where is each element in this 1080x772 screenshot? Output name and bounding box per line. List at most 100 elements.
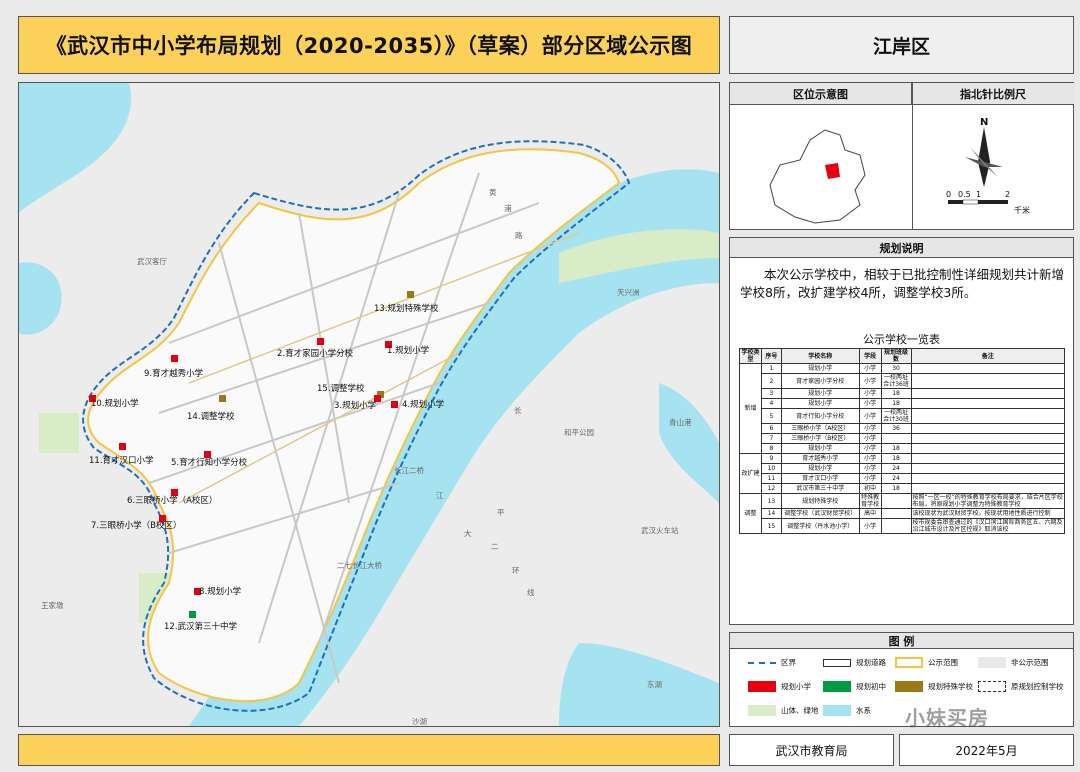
- cell-level: 小学: [858, 453, 882, 464]
- cell-no: 11: [760, 473, 782, 484]
- district-map[interactable]: 13.规划特殊学校 2.育才家园小学分校 1.规划小学 9.育才越秀小学 15.调整学校…: [18, 82, 720, 727]
- cell-classes: [880, 433, 912, 444]
- scale-tick: 2: [1005, 190, 1010, 199]
- table-row: 4 规划小学 小学 18: [740, 398, 1065, 409]
- school-label: 6.三眼桥小学（A校区）: [127, 495, 217, 506]
- school-label: 13.规划特殊学校: [374, 303, 439, 314]
- cell-level: 小学: [858, 423, 882, 434]
- cell-no: 6: [760, 423, 782, 434]
- school-label: 12.武汉第三十中学: [164, 621, 238, 632]
- bureau-name: 武汉市教育局: [729, 734, 894, 766]
- cell-name: 规划小学: [780, 398, 860, 409]
- place-label: 青山港: [669, 417, 692, 427]
- cell-level: 小学: [858, 363, 882, 374]
- table-header: 学段: [858, 348, 882, 364]
- cell-level: 特殊教育学校: [858, 493, 882, 509]
- table-header: 规划班级数: [880, 348, 912, 364]
- cell-no: 9: [760, 453, 782, 464]
- school-table: 学校类型 序号 学校名称 学段 规划班级数 备注 新增 1 规划小学 小学 30 2 育才家园小学分校…: [739, 348, 1065, 534]
- cell-no: 4: [760, 398, 782, 409]
- cell-no: 2: [760, 373, 782, 389]
- legend-item-special: 规划特殊学校: [895, 681, 973, 692]
- legend-item-road: 规划道路: [823, 657, 886, 668]
- cell-classes: 18: [880, 443, 912, 454]
- school-marker[interactable]: [391, 401, 398, 408]
- cell-name: 三眼桥小学（A校区）: [780, 423, 860, 434]
- school-type-cell: 调整: [739, 493, 762, 534]
- watermark: 小妹买房: [905, 706, 989, 730]
- cell-note: [910, 363, 1065, 374]
- school-marker[interactable]: [204, 451, 211, 458]
- table-row: 新增 1 规划小学 小学 30: [739, 363, 1065, 454]
- place-label: 大: [464, 528, 472, 538]
- school-marker[interactable]: [171, 355, 178, 362]
- cell-no: 8: [760, 443, 782, 454]
- school-label: 9.育才越秀小学: [144, 368, 204, 379]
- district-name: 江岸区: [729, 16, 1074, 74]
- school-marker[interactable]: [119, 443, 126, 450]
- cell-note: [910, 453, 1065, 464]
- cell-classes: [880, 493, 912, 509]
- table-header: 备注: [910, 348, 1065, 364]
- school-label: 14.调整学校: [187, 411, 235, 422]
- cell-name: 调整学校（丹水池小学）: [780, 518, 860, 534]
- school-marker[interactable]: [219, 395, 226, 402]
- table-header: 学校类型: [739, 348, 762, 364]
- cell-name: 育才家园小学分校: [780, 373, 860, 389]
- place-label: 浦: [504, 203, 512, 213]
- cell-name: 三眼桥小学（B校区）: [780, 433, 860, 444]
- cell-no: 1: [760, 363, 782, 374]
- scale-tick: 0: [946, 190, 951, 199]
- planning-notes-panel: 规划说明 本次公示学校中，相较于已批控制性详细规划共计新增学校8所，改扩建学校4…: [729, 237, 1074, 625]
- legend-item-public-range: 公示范围: [895, 657, 958, 668]
- cell-level: 小学: [858, 398, 882, 409]
- school-marker[interactable]: [189, 611, 196, 618]
- publish-date: 2022年5月: [899, 734, 1074, 766]
- legend-item-primary: 规划小学: [748, 681, 811, 692]
- school-label: 5.育才行知小学分校: [171, 457, 248, 468]
- school-marker[interactable]: [407, 291, 414, 298]
- table-row: 3 规划小学 小学 18: [740, 388, 1065, 399]
- school-marker[interactable]: [317, 338, 324, 345]
- map-title: 《武汉市中小学布局规划（2020-2035）》（草案）部分区域公示图: [18, 16, 720, 74]
- cell-level: 初中: [858, 483, 882, 494]
- cell-name: 规划小学: [780, 388, 860, 399]
- table-title: 公示学校一览表: [863, 333, 940, 346]
- cell-level: 小学: [858, 388, 882, 399]
- place-label: 二: [491, 542, 499, 551]
- cell-note: 按照“一区一校”的特殊教育学校布局要求，结合片区学校布局，将原规划小学调整为特殊…: [910, 493, 1065, 509]
- cell-name: 规划特殊学校: [780, 493, 860, 509]
- cell-level: 高中: [858, 508, 882, 519]
- cell-classes: 一校两址 合计30班: [880, 408, 912, 424]
- location-inset-map: [769, 129, 866, 224]
- table-row: 11 育才汉口小学 小学 24: [740, 473, 1065, 484]
- cell-note: [910, 408, 1065, 424]
- legend-item-water: 水系: [823, 705, 871, 716]
- cell-classes: 24: [880, 473, 912, 484]
- footer-bar: [18, 734, 720, 766]
- cell-classes: 24: [880, 463, 912, 474]
- legend-item-middle: 规划初中: [823, 681, 886, 692]
- school-type-cell: 新增: [739, 363, 762, 454]
- place-label: 武汉客厅: [137, 256, 167, 266]
- place-label: 江: [436, 491, 444, 500]
- cell-name: 调整学校（武汉财贸学校）: [780, 508, 860, 519]
- table-row: 12 武汉市第三十中学 初中 18: [740, 483, 1065, 494]
- school-marker[interactable]: [171, 489, 178, 496]
- cell-name: 规划小学: [780, 443, 860, 454]
- table-header: 序号: [760, 348, 782, 364]
- place-label: 长: [514, 405, 522, 415]
- cell-name: 育才越秀小学: [780, 453, 860, 464]
- compass-rose-icon: N 0 0.5 1 2 千米: [946, 117, 1030, 215]
- scale-tick: 1: [976, 190, 981, 199]
- notes-text: 本次公示学校中，相较于已批控制性详细规划共计新增学校8所，改扩建学校4所，调整学…: [740, 267, 1065, 300]
- cell-note: [910, 398, 1065, 409]
- cell-name: 规划小学: [780, 363, 860, 374]
- cell-no: 13: [760, 493, 782, 509]
- cell-name: 武汉市第三十中学: [780, 483, 860, 494]
- cell-level: 小学: [858, 518, 882, 534]
- cell-note: 该校现状为武汉财贸学校，按现状用地性质进行控制: [910, 508, 1065, 519]
- cell-note: [910, 423, 1065, 434]
- cell-note: [910, 433, 1065, 444]
- school-type-cell: 改扩建: [739, 453, 762, 494]
